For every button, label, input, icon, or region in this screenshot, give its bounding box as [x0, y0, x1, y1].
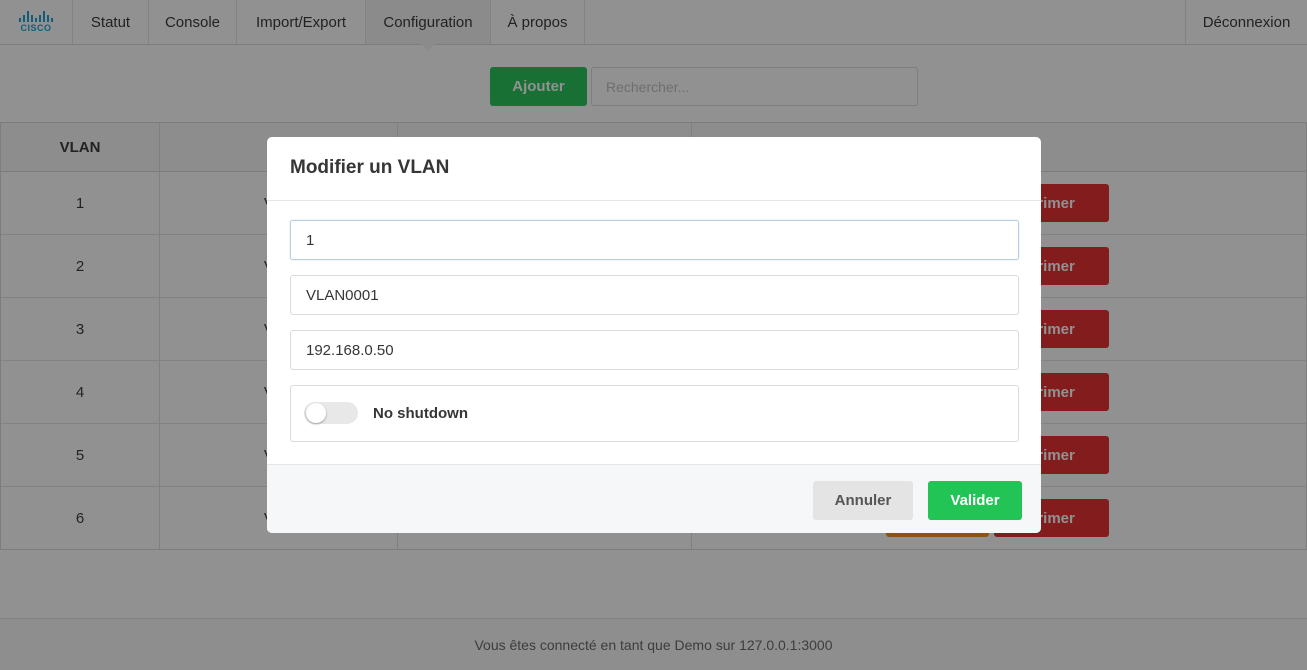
- toggle-knob: [306, 403, 326, 423]
- modal-title: Modifier un VLAN: [290, 157, 450, 178]
- modal-header: Modifier un VLAN: [267, 137, 1041, 201]
- no-shutdown-field: No shutdown: [290, 385, 1019, 442]
- vlan-id-input[interactable]: [290, 220, 1019, 260]
- vlan-name-input[interactable]: [290, 275, 1019, 315]
- ip-address-input[interactable]: [290, 330, 1019, 370]
- validate-button[interactable]: Valider: [928, 481, 1022, 520]
- no-shutdown-toggle[interactable]: [304, 402, 358, 424]
- cancel-button[interactable]: Annuler: [813, 481, 913, 520]
- edit-vlan-modal: Modifier un VLAN No shutdown Annuler Val…: [267, 137, 1041, 533]
- modal-footer: Annuler Valider: [267, 464, 1041, 533]
- no-shutdown-label: No shutdown: [373, 405, 468, 422]
